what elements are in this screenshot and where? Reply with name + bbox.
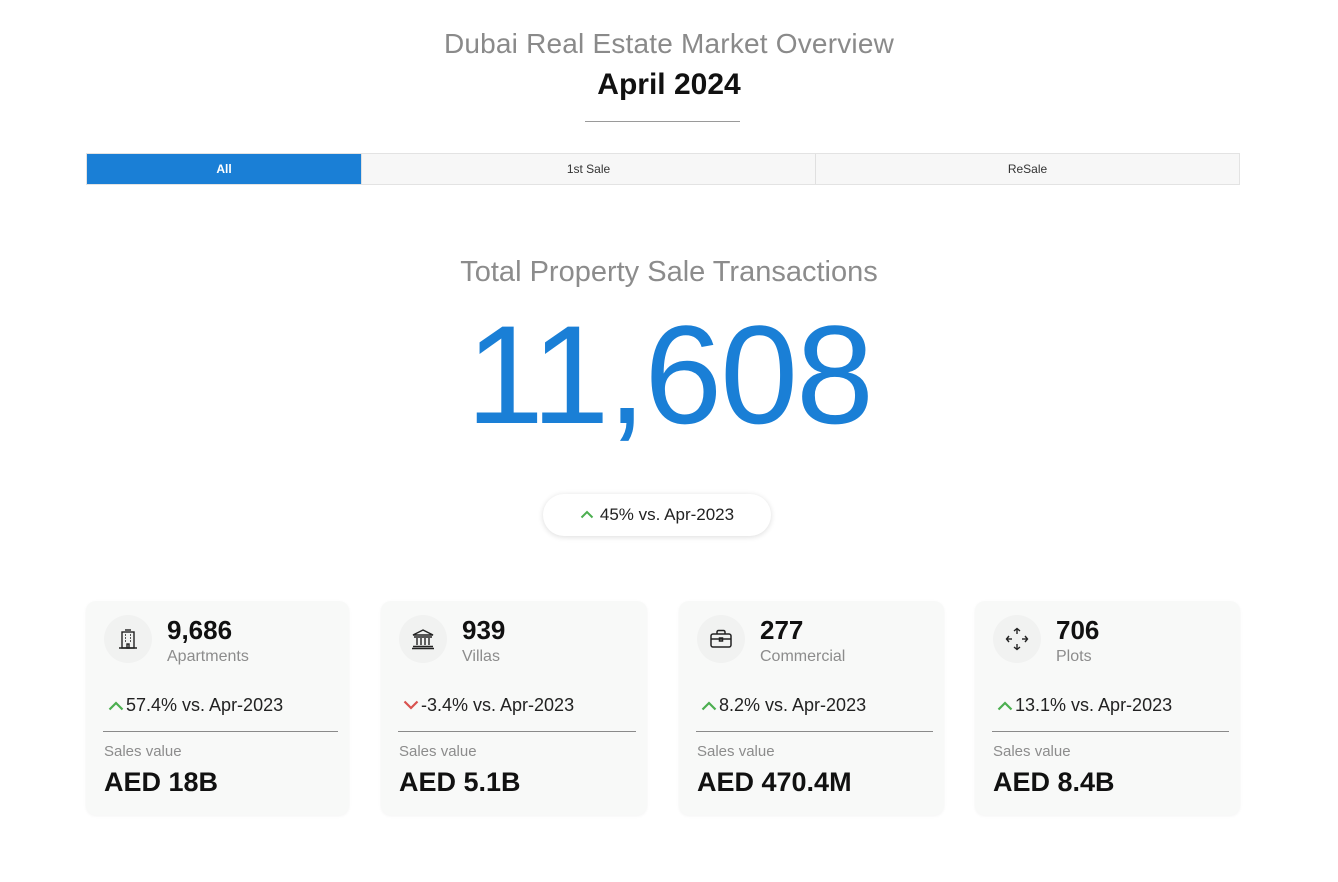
tab-1st-sale[interactable]: 1st Sale	[361, 154, 815, 184]
sales-value-label: Sales value	[104, 743, 182, 760]
card-change-text: 8.2% vs. Apr-2023	[719, 695, 867, 715]
card-count: 277	[760, 615, 804, 645]
card-count: 9,686	[167, 615, 233, 645]
card-change: 8.2% vs. Apr-2023	[701, 695, 866, 716]
kpi-value: 11,608	[466, 296, 874, 453]
title-divider	[585, 121, 740, 122]
card-divider	[696, 731, 933, 732]
briefcase-icon	[697, 615, 745, 663]
page-subtitle: April 2024	[597, 68, 741, 101]
trend-down-icon	[403, 700, 419, 712]
trend-up-icon	[580, 509, 594, 521]
card-change-text: 57.4% vs. Apr-2023	[126, 695, 284, 715]
tab-resale[interactable]: ReSale	[815, 154, 1239, 184]
kpi-change-badge: 45% vs. Apr-2023	[543, 494, 771, 536]
card-apartments[interactable]: 9,686 Apartments 57.4% vs. Apr-2023 Sale…	[86, 601, 349, 815]
expand-arrows-icon	[993, 615, 1041, 663]
card-divider	[992, 731, 1229, 732]
sale-type-tabs: All 1st Sale ReSale	[86, 153, 1240, 185]
building-icon	[104, 615, 152, 663]
card-type: Plots	[1056, 648, 1092, 665]
card-commercial[interactable]: 277 Commercial 8.2% vs. Apr-2023 Sales v…	[679, 601, 944, 815]
kpi-change-text: 45% vs. Apr-2023	[599, 505, 735, 524]
villa-icon	[399, 615, 447, 663]
card-divider	[103, 731, 338, 732]
sales-value-label: Sales value	[399, 743, 477, 760]
sales-value: AED 8.4B	[993, 767, 1115, 797]
card-change-text: 13.1% vs. Apr-2023	[1015, 695, 1173, 715]
card-divider	[398, 731, 636, 732]
trend-up-icon	[997, 700, 1013, 712]
trend-up-icon	[701, 700, 717, 712]
card-change-text: -3.4% vs. Apr-2023	[421, 695, 575, 715]
card-type: Villas	[462, 648, 500, 665]
card-villas[interactable]: 939 Villas -3.4% vs. Apr-2023 Sales valu…	[381, 601, 647, 815]
card-change: 57.4% vs. Apr-2023	[108, 695, 283, 716]
tab-all[interactable]: All	[87, 154, 361, 184]
kpi-label: Total Property Sale Transactions	[460, 256, 878, 288]
sales-value: AED 5.1B	[399, 767, 521, 797]
card-plots[interactable]: 706 Plots 13.1% vs. Apr-2023 Sales value…	[975, 601, 1240, 815]
card-type: Apartments	[167, 648, 249, 665]
card-count: 939	[462, 615, 506, 645]
sales-value: AED 18B	[104, 767, 219, 797]
card-change: 13.1% vs. Apr-2023	[997, 695, 1172, 716]
sales-value-label: Sales value	[993, 743, 1071, 760]
sales-value-label: Sales value	[697, 743, 775, 760]
sales-value: AED 470.4M	[697, 767, 852, 797]
card-count: 706	[1056, 615, 1100, 645]
card-change: -3.4% vs. Apr-2023	[403, 695, 574, 716]
trend-up-icon	[108, 700, 124, 712]
page-title: Dubai Real Estate Market Overview	[443, 28, 895, 59]
card-type: Commercial	[760, 648, 846, 665]
